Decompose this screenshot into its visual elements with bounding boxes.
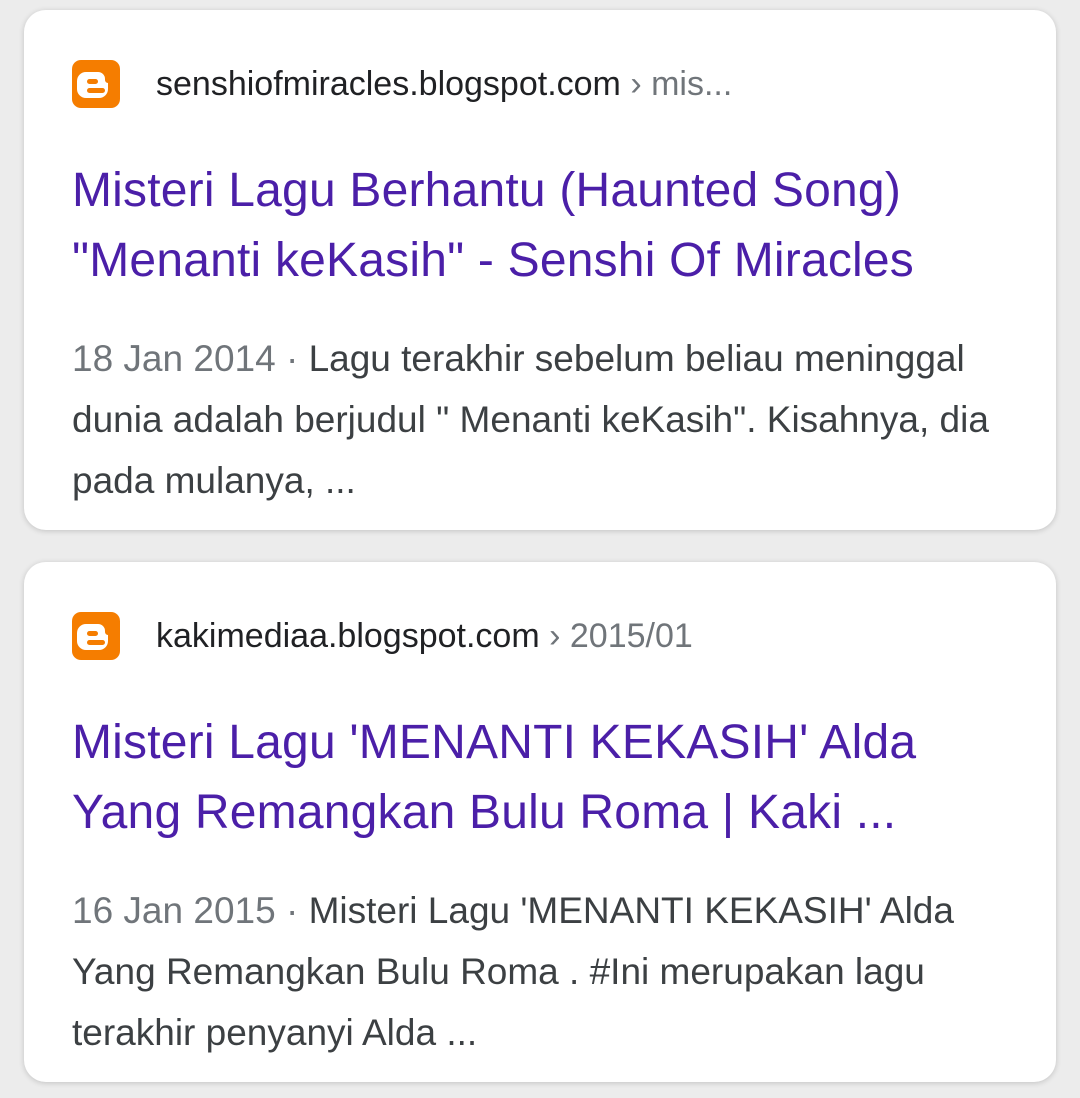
result-url: kakimediaa.blogspot.com › 2015/01 [156, 617, 693, 656]
result-path: › mis... [620, 64, 733, 103]
result-path: › 2015/01 [539, 616, 693, 655]
blogger-icon [72, 60, 120, 108]
search-results: senshiofmiracles.blogspot.com › mis... M… [0, 0, 1080, 1098]
result-domain: kakimediaa.blogspot.com [156, 616, 540, 655]
result-title-link[interactable]: Misteri Lagu Berhantu (Haunted Song) "Me… [72, 156, 1022, 296]
search-result-card[interactable]: kakimediaa.blogspot.com › 2015/01 Mister… [24, 562, 1056, 1082]
result-source[interactable]: kakimediaa.blogspot.com › 2015/01 [72, 612, 693, 660]
result-title-link[interactable]: Misteri Lagu 'MENANTI KEKASIH' Alda Yang… [72, 708, 1022, 848]
search-result-card[interactable]: senshiofmiracles.blogspot.com › mis... M… [24, 10, 1056, 530]
result-source[interactable]: senshiofmiracles.blogspot.com › mis... [72, 60, 732, 108]
result-snippet: 18 Jan 2014 · Lagu terakhir sebelum beli… [72, 328, 1012, 511]
result-domain: senshiofmiracles.blogspot.com [156, 64, 621, 103]
result-snippet: 16 Jan 2015 · Misteri Lagu 'MENANTI KEKA… [72, 880, 1012, 1063]
blogger-icon [72, 612, 120, 660]
result-date: 16 Jan 2015 · [72, 890, 309, 931]
result-date: 18 Jan 2014 · [72, 338, 309, 379]
result-url: senshiofmiracles.blogspot.com › mis... [156, 65, 732, 104]
